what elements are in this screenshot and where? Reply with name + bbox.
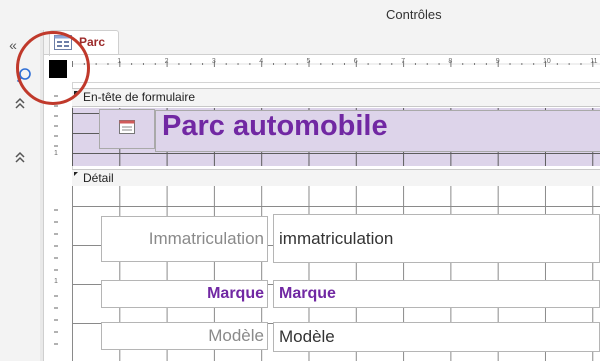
ruler-number: 3 xyxy=(211,58,216,65)
form-header-label: En-tête de formulaire xyxy=(83,90,196,104)
expand-section-icon[interactable] xyxy=(9,148,31,166)
immatriculation-field[interactable]: immatriculation xyxy=(273,214,600,263)
ruler-number: 1 xyxy=(54,278,58,285)
ruler-number: 8 xyxy=(448,58,453,65)
ruler-number: 1 xyxy=(117,58,122,65)
window-title: Contrôles xyxy=(386,7,442,22)
logo-placeholder[interactable] xyxy=(99,109,155,149)
ruler-number: 2 xyxy=(164,58,169,65)
highlight-circle xyxy=(16,31,90,105)
expand-section-icon[interactable] xyxy=(9,94,31,112)
ruler-number: 7 xyxy=(401,58,405,65)
ruler-number: 11 xyxy=(590,58,598,65)
detail-label: Détail xyxy=(83,171,114,185)
modele-label[interactable]: Modèle xyxy=(101,322,268,350)
ruler-number: 4 xyxy=(259,58,264,65)
vertical-ruler-ticks xyxy=(54,95,58,345)
vertical-ruler: 1 1 xyxy=(44,82,73,361)
marque-field[interactable]: Marque xyxy=(273,280,600,308)
ruler-ticks xyxy=(72,61,600,67)
marque-label[interactable]: Marque xyxy=(101,280,268,308)
ruler-number: 6 xyxy=(353,58,358,65)
ruler-number: 9 xyxy=(495,58,500,65)
ruler-number: 5 xyxy=(306,58,311,65)
document-tab-bar xyxy=(44,30,600,54)
form-icon xyxy=(119,120,135,139)
form-title: Parc automobile xyxy=(162,110,388,142)
form-header-section-bar[interactable]: En-tête de formulaire xyxy=(72,88,600,107)
immatriculation-label[interactable]: Immatriculation xyxy=(101,216,268,262)
ruler-number: 1 xyxy=(54,150,58,157)
ruler-number: 10 xyxy=(543,58,551,65)
horizontal-ruler: 1 2 3 4 5 6 7 8 9 10 11 xyxy=(72,55,600,83)
section-marker xyxy=(74,172,78,176)
ribbon-bar xyxy=(0,0,600,31)
modele-field[interactable]: Modèle xyxy=(273,322,600,352)
